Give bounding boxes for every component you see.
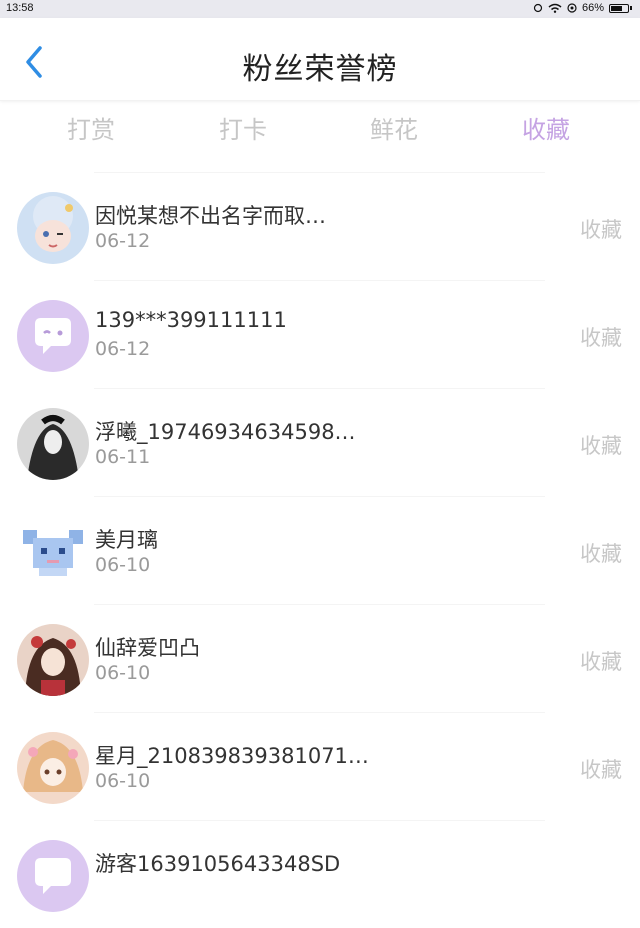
status-time: 13:58 <box>6 2 34 14</box>
avatar <box>17 840 89 912</box>
avatar <box>17 300 89 372</box>
tab-favorites[interactable]: 收藏 <box>486 110 606 145</box>
list-item[interactable]: 浮曦_19746934634598… 06-11 收藏 <box>0 388 640 496</box>
battery-percent: 66% <box>581 2 604 14</box>
favorite-label: 收藏 <box>580 542 622 566</box>
user-name: 星月_210839839381071… <box>95 744 369 768</box>
avatar <box>17 192 89 264</box>
list-item[interactable]: 美月璃 06-10 收藏 <box>0 496 640 604</box>
user-name: 仙辞爱凹凸 <box>95 636 200 660</box>
tab-reward[interactable]: 打赏 <box>31 110 151 145</box>
header: 粉丝荣誉榜 <box>0 18 640 101</box>
list-item[interactable]: 仙辞爱凹凸 06-10 收藏 <box>0 604 640 712</box>
user-date: 06-12 <box>95 230 151 252</box>
rotation-lock-icon <box>533 3 543 13</box>
tab-flowers[interactable]: 鲜花 <box>334 110 454 145</box>
list-item[interactable]: 139***399111111 06-12 收藏 <box>0 280 640 388</box>
avatar <box>17 624 89 696</box>
avatar <box>17 408 89 480</box>
chat-bubble-icon <box>17 840 89 912</box>
wifi-icon <box>548 3 562 13</box>
favorite-label: 收藏 <box>580 758 622 782</box>
avatar <box>17 516 89 588</box>
list-item[interactable]: 星月_210839839381071… 06-10 收藏 <box>0 712 640 820</box>
page-title: 粉丝荣誉榜 <box>242 52 398 87</box>
user-date: 06-10 <box>95 554 151 576</box>
avatar <box>17 732 89 804</box>
chat-bubble-icon <box>17 300 89 372</box>
favorite-label: 收藏 <box>580 326 622 350</box>
user-name: 浮曦_19746934634598… <box>95 420 356 444</box>
favorite-label: 收藏 <box>580 434 622 458</box>
status-bar: 13:58 66% <box>0 0 640 18</box>
user-date: 06-10 <box>95 770 151 792</box>
battery-icon <box>609 3 629 13</box>
tab-checkin[interactable]: 打卡 <box>183 110 303 145</box>
tab-bar: 打赏 打卡 鲜花 收藏 <box>0 100 640 152</box>
favorite-label: 收藏 <box>580 650 622 674</box>
user-date: 06-10 <box>95 662 151 684</box>
user-name: 美月璃 <box>95 528 158 552</box>
list-item[interactable]: 因悦某想不出名字而取… 06-12 收藏 <box>0 172 640 280</box>
user-name: 139***399111111 <box>95 308 287 332</box>
user-name: 因悦某想不出名字而取… <box>95 204 326 228</box>
status-icons: 66% <box>533 2 632 14</box>
list-item[interactable]: 游客1639105643348SD <box>0 820 640 928</box>
favorite-label: 收藏 <box>580 218 622 242</box>
location-icon <box>567 3 577 13</box>
user-date: 06-12 <box>95 338 151 360</box>
user-date: 06-11 <box>95 446 151 468</box>
